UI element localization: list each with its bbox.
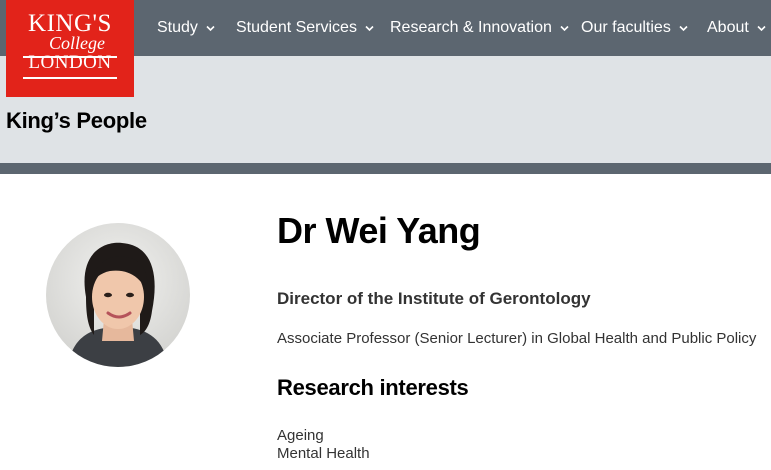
- nav-item-label: About: [707, 19, 749, 36]
- header-divider: [0, 163, 771, 174]
- chevron-down-icon: [365, 24, 374, 33]
- logo-rule: [23, 77, 117, 79]
- nav-item-our-faculties[interactable]: Our faculties: [581, 0, 688, 56]
- logo-text-college: College: [49, 33, 105, 53]
- nav-item-study[interactable]: Study: [157, 0, 215, 56]
- logo-text-london: LONDON: [28, 52, 112, 73]
- nav-item-label: Research & Innovation: [390, 19, 552, 36]
- research-interests-heading: Research interests: [277, 375, 469, 400]
- chevron-down-icon: [757, 24, 766, 33]
- nav-item-label: Study: [157, 19, 198, 36]
- profile-photo: [46, 223, 190, 367]
- nav-item-label: Our faculties: [581, 19, 671, 36]
- kings-college-london-logo[interactable]: KING'S College LONDON: [6, 0, 134, 97]
- profile-role-secondary: Associate Professor (Senior Lecturer) in…: [277, 330, 757, 347]
- research-interest-item: Mental Health: [277, 445, 370, 462]
- nav-item-label: Student Services: [236, 19, 357, 36]
- nav-item-student-services[interactable]: Student Services: [236, 0, 374, 56]
- nav-item-research-innovation[interactable]: Research & Innovation: [390, 0, 569, 56]
- profile-role-primary: Director of the Institute of Gerontology: [277, 289, 591, 308]
- profile-name: Dr Wei Yang: [277, 210, 481, 251]
- research-interest-item: Ageing: [277, 427, 324, 444]
- chevron-down-icon: [679, 24, 688, 33]
- section-title[interactable]: King’s People: [6, 108, 147, 134]
- nav-item-about[interactable]: About: [707, 0, 766, 56]
- chevron-down-icon: [560, 24, 569, 33]
- chevron-down-icon: [206, 24, 215, 33]
